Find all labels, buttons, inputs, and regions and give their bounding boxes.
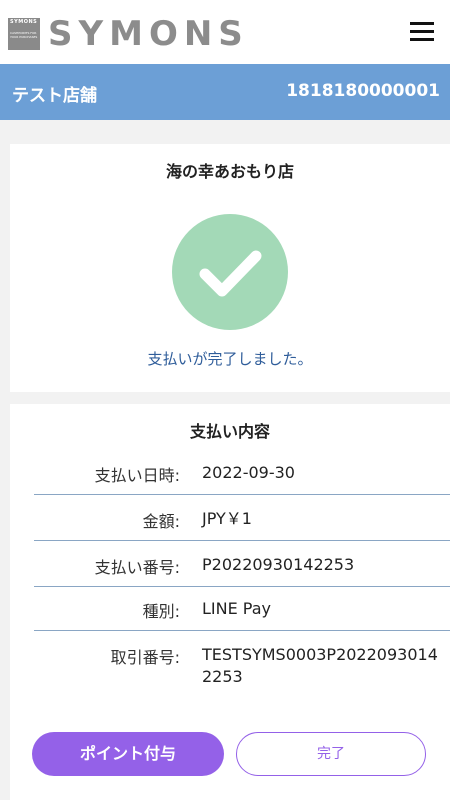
detail-value: LINE Pay: [202, 599, 271, 618]
detail-label: 支払い番号:: [94, 558, 180, 577]
logo-badge-subtitle: CASHPOINTS FOR YOUR PURCHASES: [10, 31, 38, 39]
logo-badge-title: SYMONS: [10, 19, 38, 25]
detail-label: 支払い日時:: [94, 466, 180, 485]
details-title: 支払い内容: [189, 422, 270, 441]
divider: [34, 540, 450, 541]
detail-value: JPY￥1: [202, 509, 252, 528]
hamburger-menu-icon[interactable]: [410, 20, 436, 44]
store-bar: テスト店舗 1818180000001: [0, 64, 450, 120]
logo-badge: SYMONS CASHPOINTS FOR YOUR PURCHASES: [8, 18, 40, 50]
divider: [34, 586, 450, 587]
divider: [34, 630, 450, 631]
shop-name: 海の幸あおもり店: [165, 162, 294, 181]
detail-label: 種別:: [142, 602, 180, 621]
grant-points-button[interactable]: ポイント付与: [32, 732, 224, 776]
store-name: テスト店舗: [12, 86, 97, 106]
detail-value: TESTSYMS0003P20220930142253: [202, 645, 438, 686]
payment-complete-message: 支払いが完了しました。: [147, 350, 313, 368]
divider: [34, 494, 450, 495]
payment-details-card: 支払い内容 支払い日時: 2022-09-30 金額: JPY￥1 支払い番号:…: [10, 404, 450, 800]
app-header: SYMONS CASHPOINTS FOR YOUR PURCHASES SYM…: [0, 0, 450, 64]
logo-wordmark: SYMONS: [48, 14, 249, 54]
detail-label: 取引番号:: [110, 648, 180, 667]
payment-result-card: 海の幸あおもり店 支払いが完了しました。: [10, 144, 450, 392]
check-icon: [172, 214, 288, 330]
detail-value: 2022-09-30: [202, 463, 295, 482]
store-id: 1818180000001: [286, 81, 440, 101]
done-button[interactable]: 完了: [236, 732, 426, 776]
detail-label: 金額:: [142, 512, 180, 531]
detail-value: P20220930142253: [202, 555, 355, 574]
